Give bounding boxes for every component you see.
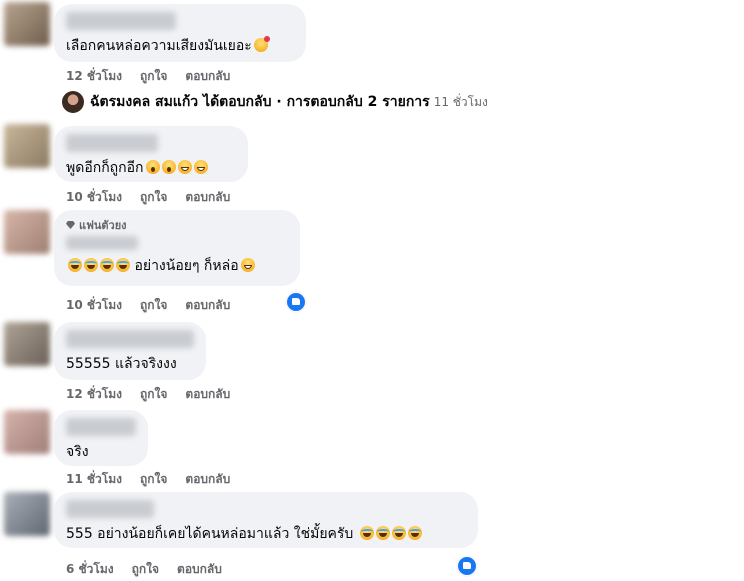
reply-link[interactable]: ตอบกลับ [185,188,230,207]
tears-of-joy-icon [375,526,390,540]
comment-actions: 12 ชั่วโมง ถูกใจ ตอบกลับ [66,385,248,404]
avatar[interactable] [4,410,50,454]
like-link[interactable]: ถูกใจ [140,470,167,489]
comment-bubble: จริง [54,410,148,466]
like-link[interactable]: ถูกใจ [132,560,159,579]
reply-link[interactable]: ตอบกลับ [185,296,230,315]
comment-time[interactable]: 12 ชั่วโมง [66,385,122,404]
like-reaction-icon[interactable] [457,556,477,576]
comment-actions: 10 ชั่วโมง ถูกใจ ตอบกลับ [66,188,248,207]
commenter-name-blurred[interactable] [66,236,138,250]
replier-avatar [62,91,84,113]
comment-text: จริง [66,444,89,460]
grinning-sweat-face-icon [240,258,255,272]
tears-of-joy-icon [116,258,130,272]
replies-summary[interactable]: ฉัตรมงคล สมแก้ว ได้ตอบกลับ · การตอบกลับ … [62,90,488,114]
like-link[interactable]: ถูกใจ [140,296,167,315]
grinning-face-icon [193,160,208,174]
comment-actions: 12 ชั่วโมง ถูกใจ ตอบกลับ [66,67,248,86]
comment-actions: 10 ชั่วโมง ถูกใจ ตอบกลับ [66,296,248,315]
commenter-name-blurred[interactable] [66,134,158,152]
avatar[interactable] [4,210,50,254]
comment-bubble: แฟนตัวยง อย่างน้อยๆ ก็หล่อ [54,210,300,286]
tears-of-joy-icon [407,526,422,540]
comment-bubble: 55555 แล้วจริงงง [54,322,206,380]
comment-time[interactable]: 12 ชั่วโมง [66,67,122,86]
tears-of-joy-icon [84,258,98,272]
comment-text: อย่างน้อยๆ ก็หล่อ [66,256,288,276]
avatar[interactable] [4,124,50,168]
reply-link[interactable]: ตอบกลับ [185,67,230,86]
comment-bubble: เลือกคนหล่อความเสียงมันเยอะ [54,4,306,62]
commenter-name-blurred[interactable] [66,330,194,348]
comment-text: 555 อย่างน้อยก็เคยได้คนหล่อมาแล้ว ใช่มั้… [66,524,466,544]
like-reaction-icon[interactable] [286,292,306,312]
commenter-name-blurred[interactable] [66,500,154,518]
reply-link[interactable]: ตอบกลับ [185,470,230,489]
avatar[interactable] [4,492,50,536]
commenter-name-blurred[interactable] [66,418,136,436]
comment-text: 55555 แล้วจริงงง [66,356,177,372]
tears-of-joy-icon [68,258,82,272]
comment-time[interactable]: 6 ชั่วโมง [66,560,114,579]
like-link[interactable]: ถูกใจ [140,67,167,86]
avatar[interactable] [4,322,50,366]
comment-text: เลือกคนหล่อความเสียงมันเยอะ [66,36,294,56]
tears-of-joy-icon [391,526,406,540]
comment-bubble: พูดอีกก็ถูกอีก [54,126,248,182]
smiling-face-with-hearts-icon [253,36,270,52]
top-fan-badge: แฟนตัวยง [66,216,288,234]
comment-bubble: 555 อย่างน้อยก็เคยได้คนหล่อมาแล้ว ใช่มั้… [54,492,478,548]
astonished-face-icon [161,160,176,174]
replies-summary-text[interactable]: ฉัตรมงคล สมแก้ว ได้ตอบกลับ · การตอบกลับ … [90,91,430,113]
tears-of-joy-icon [359,526,374,540]
tears-of-joy-icon [100,258,114,272]
comment-time[interactable]: 11 ชั่วโมง [66,470,122,489]
comment-actions: 11 ชั่วโมง ถูกใจ ตอบกลับ [66,470,248,489]
reply-link[interactable]: ตอบกลับ [185,385,230,404]
commenter-name-blurred[interactable] [66,12,176,30]
like-link[interactable]: ถูกใจ [140,385,167,404]
grinning-face-icon [177,160,192,174]
replies-summary-time: 11 ชั่วโมง [433,94,488,109]
reply-link[interactable]: ตอบกลับ [177,560,222,579]
avatar[interactable] [4,2,50,46]
comment-time[interactable]: 10 ชั่วโมง [66,188,122,207]
like-link[interactable]: ถูกใจ [140,188,167,207]
comment-text: พูดอีกก็ถูกอีก [66,158,236,178]
comment-actions: 6 ชั่วโมง ถูกใจ ตอบกลับ [66,560,240,579]
astonished-face-icon [145,160,160,174]
diamond-icon [66,221,75,229]
comment-time[interactable]: 10 ชั่วโมง [66,296,122,315]
